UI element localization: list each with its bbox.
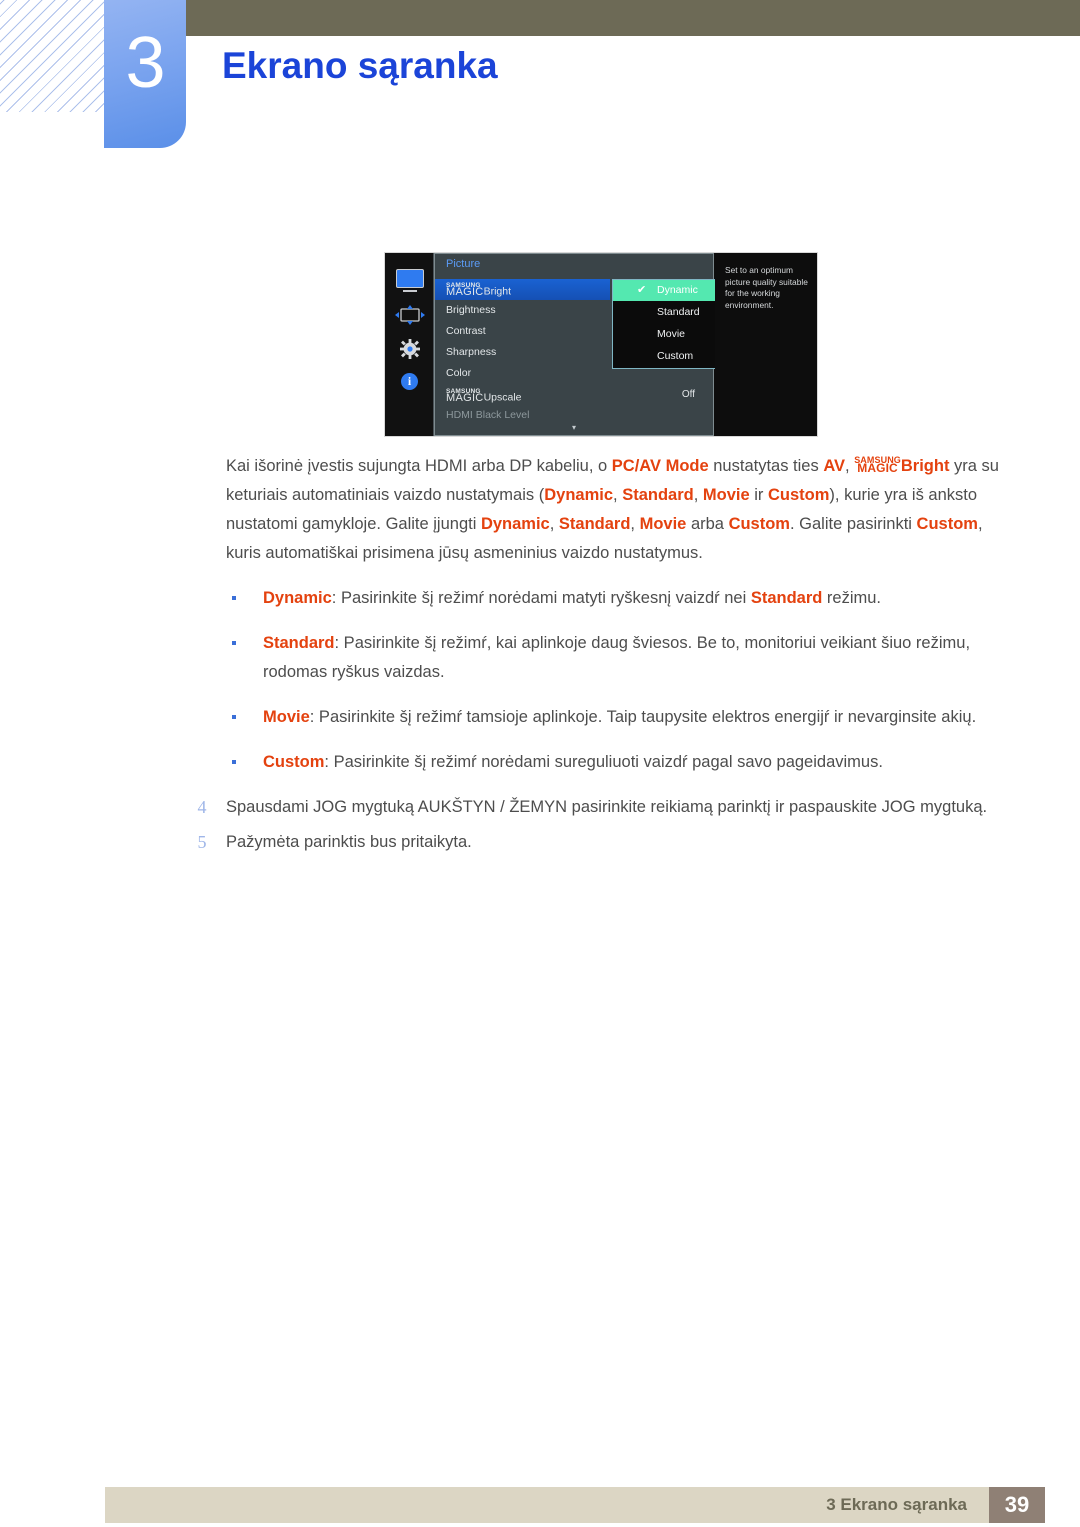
term-movie: Movie (702, 486, 750, 504)
osd-help-panel: Set to an optimum picture quality suitab… (715, 253, 817, 436)
scroll-down-arrow-icon[interactable]: ▾ (572, 423, 576, 432)
page-number: 39 (989, 1487, 1045, 1523)
osd-item-label: Sharpness (446, 346, 497, 358)
body-content: Kai išorinė įvestis sujungta HDMI arba D… (0, 452, 1080, 863)
term-custom: Custom (728, 515, 790, 533)
step-number: 4 (197, 797, 207, 817)
gear-icon[interactable] (385, 339, 434, 359)
bullet-icon (232, 641, 236, 645)
term-av: AV (823, 457, 846, 475)
bullet-icon (232, 715, 236, 719)
page-title: Ekrano sąranka (222, 45, 498, 86)
osd-item-label: Brightness (446, 304, 496, 316)
osd-item-magicupscale[interactable]: SAMSUNG MAGIC Upscale Off (435, 385, 713, 406)
step-number: 5 (197, 832, 207, 852)
term-bright: Bright (900, 457, 950, 475)
header-bar (186, 0, 1080, 36)
osd-item-magicbright[interactable]: SAMSUNG MAGIC Bright (435, 279, 610, 300)
samsung-magic-mark: SAMSUNG MAGIC (446, 282, 484, 299)
term-movie: Movie (639, 515, 687, 533)
term-custom: Custom (767, 486, 830, 504)
list-item: 5 Pažymėta parinktis bus pritaikyta. (0, 828, 1080, 857)
osd-menu-title: Picture (446, 258, 481, 270)
bullet-term: Custom (263, 753, 325, 771)
intro-paragraph: Kai išorinė įvestis sujungta HDMI arba D… (226, 454, 999, 562)
osd-item-value: Off (681, 389, 695, 400)
osd-item-label: Color (446, 367, 472, 379)
list-item: Dynamic: Pasirinkite šį režimŕ norėdami … (0, 584, 1080, 613)
osd-menu-figure: i Picture SAMSUNG MAGIC Bright Brightnes… (385, 253, 817, 436)
osd-item-label: Upscale (483, 391, 522, 404)
term-pc-av-mode: PC/AV Mode (611, 457, 709, 475)
osd-icon-rail: i (385, 253, 434, 436)
list-item: Custom: Pasirinkite šį režimŕ norėdami s… (0, 748, 1080, 777)
monitor-icon[interactable] (385, 269, 434, 288)
bullet-icon (232, 596, 236, 600)
check-icon: ✔ (637, 284, 647, 296)
mode-description-list: Dynamic: Pasirinkite šį režimŕ norėdami … (0, 584, 1080, 777)
osd-submenu-label: Custom (657, 350, 694, 362)
term-standard: Standard (622, 486, 694, 504)
chapter-number-tab: 3 (104, 0, 186, 148)
osd-item-label: HDMI Black Level (446, 409, 530, 421)
term-dynamic: Dynamic (544, 486, 614, 504)
bullet-term: Dynamic (263, 589, 332, 607)
term-custom: Custom (916, 515, 978, 533)
step-text: Spausdami JOG mygtuką AUKŠTYN / ŽEMYN pa… (226, 798, 988, 816)
osd-item-label: Contrast (446, 325, 486, 337)
samsung-magic-mark: SAMSUNG MAGIC (854, 454, 901, 475)
bullet-term: Standard (263, 634, 335, 652)
osd-item-label: Bright (483, 285, 511, 298)
footer-chapter-label: 3 Ekrano sąranka (826, 1495, 967, 1514)
term-standard: Standard (558, 515, 631, 533)
bullet-icon (232, 760, 236, 764)
info-icon[interactable]: i (385, 373, 434, 390)
osd-submenu-label: Standard (657, 306, 700, 318)
osd-help-text: Set to an optimum picture quality suitab… (725, 265, 808, 310)
list-item: Standard: Pasirinkite šį režimŕ, kai apl… (0, 629, 1080, 687)
bullet-term: Movie (263, 708, 310, 726)
footer-bar: 3 Ekrano sąranka 39 (105, 1487, 1045, 1523)
step-text: Pažymėta parinktis bus pritaikyta. (226, 833, 472, 851)
samsung-magic-mark: SAMSUNG MAGIC (446, 388, 484, 405)
osd-submenu-label: Dynamic (657, 284, 698, 296)
term-dynamic: Dynamic (480, 515, 550, 533)
osd-menu-list: Picture SAMSUNG MAGIC Bright Brightness … (434, 253, 761, 436)
list-item: 4 Spausdami JOG mygtuką AUKŠTYN / ŽEMYN p… (0, 793, 1080, 822)
bullet-term-ref: Standard (750, 589, 823, 607)
procedure-steps: 4 Spausdami JOG mygtuką AUKŠTYN / ŽEMYN p… (0, 793, 1080, 857)
resize-icon[interactable] (385, 305, 434, 325)
osd-submenu-label: Movie (657, 328, 686, 340)
list-item: Movie: Pasirinkite šį režimŕ tamsioje ap… (0, 703, 1080, 732)
